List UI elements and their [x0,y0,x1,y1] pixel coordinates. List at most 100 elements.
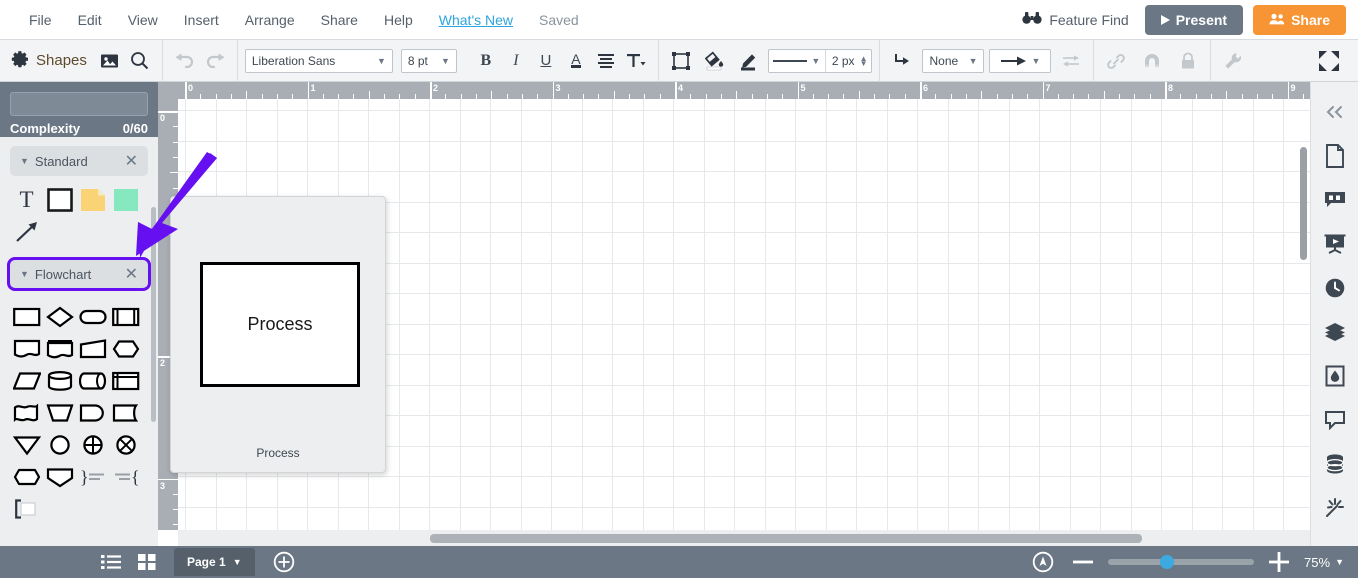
shape-square-green[interactable] [109,184,142,216]
shape-sticky-note-yellow[interactable] [76,184,109,216]
presentation-icon[interactable] [1315,222,1355,266]
zoom-slider-handle[interactable] [1160,555,1174,569]
italic-button[interactable]: I [501,46,531,76]
insert-image-button[interactable] [95,46,125,76]
menu-item-insert[interactable]: Insert [171,6,232,34]
line-color-icon[interactable] [734,46,764,76]
fit-to-screen-icon[interactable] [1028,549,1058,575]
bold-button[interactable]: B [471,46,501,76]
magnet-icon[interactable] [1137,46,1167,76]
close-icon[interactable]: ✕ [125,264,138,284]
present-button[interactable]: Present [1145,5,1243,35]
shape-summing-junction[interactable] [76,429,109,461]
notes-icon[interactable] [1315,178,1355,222]
line-jump-icon[interactable] [887,46,917,76]
shape-data-parallelogram[interactable] [10,365,43,397]
menu-item-file[interactable]: File [16,6,65,34]
zoom-in-icon[interactable] [1264,549,1294,575]
shape-process-rect[interactable] [10,301,43,333]
menu-item-whats-new[interactable]: What's New [426,6,526,34]
canvas-vertical-scrollbar[interactable] [1300,147,1307,260]
swap-arrow-ends-icon[interactable] [1056,46,1086,76]
section-header-flowchart[interactable]: ▼ Flowchart ✕ [7,257,151,291]
section-header-standard[interactable]: ▼ Standard ✕ [10,146,148,176]
data-icon[interactable] [1315,442,1355,486]
shape-direct-access-storage[interactable] [76,365,109,397]
list-view-icon[interactable] [96,549,126,575]
undo-icon[interactable] [170,46,200,76]
close-icon[interactable]: ✕ [125,151,138,171]
shape-decision-diamond[interactable] [43,301,76,333]
shape-extract-pentagon[interactable] [43,461,76,493]
text-color-button[interactable]: A [561,46,591,76]
shape-delay[interactable] [10,461,43,493]
shape-or-circle[interactable] [109,429,142,461]
zoom-out-icon[interactable] [1068,549,1098,575]
add-page-icon[interactable] [269,549,299,575]
line-start-select[interactable]: None ▼ [922,49,984,73]
align-icon[interactable] [591,46,621,76]
shape-connector-circle[interactable] [43,429,76,461]
shape-options-icon[interactable] [666,46,696,76]
theme-fill-icon[interactable] [1315,354,1355,398]
lock-icon[interactable] [1173,46,1203,76]
shape-stored-data[interactable] [109,397,142,429]
font-family-select[interactable]: Liberation Sans ▼ [245,49,393,73]
zoom-level-select[interactable]: 75% ▼ [1304,555,1344,570]
zoom-slider[interactable] [1108,559,1254,565]
shape-text-tool[interactable]: T [10,184,43,216]
shape-manual-input[interactable] [76,333,109,365]
line-width-input[interactable]: 2 px ▲▼ [826,54,872,68]
line-style-select[interactable]: ▼ [769,56,825,66]
link-icon[interactable] [1101,46,1131,76]
wrench-icon[interactable] [1218,46,1248,76]
magic-wand-icon[interactable] [1315,486,1355,530]
line-end-select[interactable]: ▼ [989,49,1051,73]
font-size-select[interactable]: 8 pt ▼ [401,49,457,73]
shape-arrow-line[interactable] [10,216,43,248]
shape-terminator-rounded[interactable] [76,301,109,333]
redo-icon[interactable] [200,46,230,76]
underline-button[interactable]: U [531,46,561,76]
shape-paper-tape[interactable] [10,397,43,429]
layers-icon[interactable] [1315,310,1355,354]
line-width-stepper[interactable]: ▲▼ [860,56,868,66]
shape-annotation-left[interactable]: { [109,461,142,493]
grid-view-icon[interactable] [132,549,162,575]
shape-library-scroll[interactable]: ▼ Standard ✕ T [0,137,158,546]
menu-item-view[interactable]: View [115,6,171,34]
comment-icon[interactable] [1315,398,1355,442]
shape-document[interactable] [10,333,43,365]
revision-history-icon[interactable] [1315,266,1355,310]
shape-internal-storage[interactable] [109,365,142,397]
fullscreen-icon[interactable] [1314,46,1344,76]
menu-item-share[interactable]: Share [308,6,371,34]
menu-item-help[interactable]: Help [371,6,426,34]
feature-find-label: Feature Find [1049,12,1128,28]
toolbar-group-tools [1211,40,1255,82]
shape-preparation-hexagon[interactable] [109,333,142,365]
shape-display[interactable] [76,397,109,429]
collapse-panel-icon[interactable] [1315,90,1355,134]
feature-find-button[interactable]: Feature Find [1016,7,1134,32]
page-tab-1[interactable]: Page 1 ▼ [174,548,255,576]
shape-rectangle-white[interactable] [43,184,76,216]
document-icon[interactable] [1315,134,1355,178]
text-options-icon[interactable] [621,46,651,76]
shapes-button[interactable]: Shapes [7,50,95,72]
shape-multi-document[interactable] [43,333,76,365]
shape-database-cylinder[interactable] [43,365,76,397]
search-icon[interactable] [125,46,155,76]
shape-off-page-connector[interactable] [10,493,43,525]
fill-bucket-icon[interactable] [700,46,730,76]
shape-merge-triangle[interactable] [10,429,43,461]
menu-item-edit[interactable]: Edit [65,6,115,34]
canvas-horizontal-scrollbar-track[interactable] [178,530,1310,546]
canvas-horizontal-scrollbar-thumb[interactable] [430,534,1142,543]
sidebar-scrollbar[interactable] [151,207,156,422]
shape-manual-operation[interactable] [43,397,76,429]
shape-annotation-right[interactable]: } [76,461,109,493]
share-button[interactable]: Share [1253,5,1346,35]
menu-item-arrange[interactable]: Arrange [232,6,308,34]
shape-predefined-process[interactable] [109,301,142,333]
